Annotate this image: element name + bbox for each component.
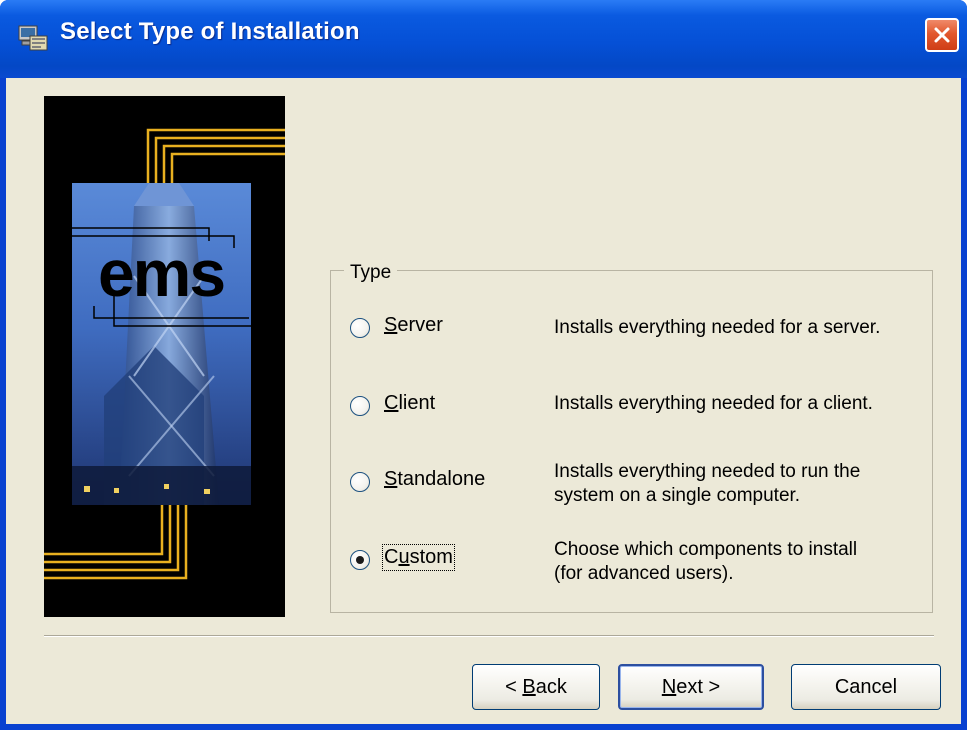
setup-app-icon xyxy=(18,25,48,51)
radio-selected-dot xyxy=(356,556,364,564)
title-bar[interactable]: Select Type of Installation xyxy=(0,0,967,78)
radio-button-custom[interactable] xyxy=(350,550,370,570)
radio-button-standalone[interactable] xyxy=(350,472,370,492)
client-label[interactable]: Client xyxy=(384,392,435,415)
client-description: Installs everything needed for a client. xyxy=(554,393,873,414)
installer-banner-image: ems xyxy=(44,96,285,617)
radio-button-server[interactable] xyxy=(350,318,370,338)
next-button[interactable]: Next > xyxy=(618,664,764,710)
cancel-button[interactable]: Cancel xyxy=(791,664,941,710)
server-description: Installs everything needed for a server. xyxy=(554,317,881,338)
installer-dialog-window: Select Type of Installation ems Type Ser… xyxy=(0,0,967,730)
window-title: Select Type of Installation xyxy=(60,18,360,45)
standalone-description: Installs everything needed to run the sy… xyxy=(554,461,861,506)
type-legend: Type xyxy=(344,262,398,284)
close-button[interactable] xyxy=(925,18,959,52)
close-icon xyxy=(934,27,950,43)
back-button[interactable]: < Back xyxy=(472,664,600,710)
custom-description: Choose which components to install (for … xyxy=(554,539,858,584)
separator-highlight xyxy=(44,636,934,637)
standalone-label[interactable]: Standalone xyxy=(384,468,485,491)
radio-button-client[interactable] xyxy=(350,396,370,416)
ems-logo: ems xyxy=(98,236,224,310)
dialog-client-area: ems Type Server Installs everything need… xyxy=(6,78,961,724)
server-label[interactable]: Server xyxy=(384,314,443,337)
custom-label[interactable]: Custom xyxy=(382,544,455,571)
